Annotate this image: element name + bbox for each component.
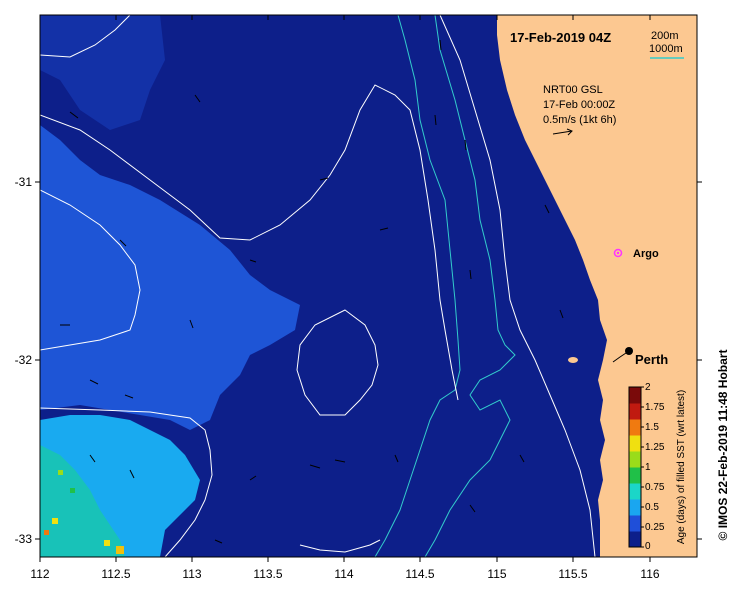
isobath-legend-200m: 200m <box>651 30 679 42</box>
colorbar-segment <box>629 403 641 420</box>
colorbar-segment <box>629 483 641 500</box>
x-tick-label: 115 <box>487 567 506 581</box>
x-tick-label: 114.5 <box>405 567 434 581</box>
perth-label: Perth <box>635 352 668 367</box>
pixel-orange-1 <box>44 530 49 535</box>
pixel-yellow-2 <box>104 540 110 546</box>
rottnest-island <box>568 357 578 363</box>
colorbar-tick: 1.25 <box>645 442 665 453</box>
x-tick-label: 116 <box>640 567 659 581</box>
x-tick-label: 115.5 <box>558 567 587 581</box>
x-tick-label: 113.5 <box>253 567 282 581</box>
colorbar-segment <box>629 499 641 516</box>
colorbar-segment <box>629 515 641 532</box>
colorbar-segment <box>629 419 641 436</box>
colorbar-tick: 1.75 <box>645 402 665 413</box>
x-tick-label: 114 <box>334 567 353 581</box>
colorbar-tick: 1 <box>645 462 651 473</box>
map-title: 17-Feb-2019 04Z <box>510 30 611 45</box>
colorbar-segment <box>629 467 641 484</box>
current-scale-label: 0.5m/s (1kt 6h) <box>543 114 616 126</box>
colorbar-tick: 0.25 <box>645 522 665 533</box>
sst-age-map: 112 112.5 113 113.5 114 114.5 115 115.5 … <box>15 14 730 581</box>
colorbar-segment <box>629 451 641 468</box>
pixel-yellow-1 <box>52 518 58 524</box>
y-tick-label: -31 <box>15 175 33 189</box>
argo-label: Argo <box>633 248 659 260</box>
pixel-green-1 <box>70 488 75 493</box>
y-tick-label: -32 <box>15 353 33 367</box>
pixel-yellow-3 <box>116 546 124 554</box>
x-tick-label: 112.5 <box>101 567 130 581</box>
colorbar-tick: 0 <box>645 541 651 552</box>
colorbar-tick: 0.75 <box>645 482 665 493</box>
isobath-legend-1000m: 1000m <box>649 43 683 55</box>
colorbar-segment <box>629 531 641 548</box>
colorbar-segment <box>629 387 641 404</box>
colorbar-label: Age (days) of filled SST (wrt latest) <box>676 390 687 544</box>
pixel-green-2 <box>58 470 63 475</box>
colorbar-tick: 2 <box>645 382 651 393</box>
colorbar-segment <box>629 435 641 452</box>
credit-text: © IMOS 22-Feb-2019 11:48 Hobart <box>716 350 730 541</box>
colorbar-tick: 0.5 <box>645 502 659 513</box>
colorbar-tick: 1.5 <box>645 422 659 433</box>
current-source-label: NRT00 GSL <box>543 84 603 96</box>
y-tick-label: -33 <box>15 532 33 546</box>
x-tick-label: 113 <box>182 567 201 581</box>
x-tick-label: 112 <box>30 567 49 581</box>
current-time-label: 17-Feb 00:00Z <box>543 99 615 111</box>
